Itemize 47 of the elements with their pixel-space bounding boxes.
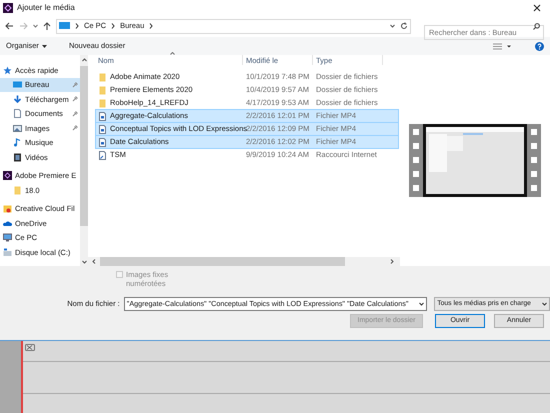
app-icon xyxy=(3,2,13,12)
folder-icon xyxy=(13,186,22,195)
scrollbar-thumb[interactable] xyxy=(80,66,88,226)
scrollbar[interactable] xyxy=(80,55,88,266)
chevron-down-icon[interactable] xyxy=(82,260,86,264)
chevron-down-icon xyxy=(542,302,547,306)
caret-icon xyxy=(42,44,47,48)
app-icon xyxy=(3,171,12,180)
refresh-icon[interactable] xyxy=(400,22,408,30)
image-icon xyxy=(13,124,22,133)
chevron-up-icon[interactable] xyxy=(82,58,86,62)
monitor-icon xyxy=(13,80,22,90)
computer-icon xyxy=(3,233,12,242)
back-icon[interactable] xyxy=(5,22,14,30)
pin-icon[interactable] xyxy=(72,82,78,88)
file-icon xyxy=(98,124,107,134)
track-header xyxy=(0,341,21,413)
close-icon[interactable] xyxy=(533,4,541,12)
music-note-icon xyxy=(13,138,22,148)
chevron-right-icon[interactable] xyxy=(75,23,79,29)
folder-icon xyxy=(3,204,12,214)
sort-caret-icon xyxy=(170,52,175,55)
chevron-left-icon[interactable] xyxy=(92,259,96,264)
view-options-icon[interactable] xyxy=(493,42,513,50)
shortcut-file-icon xyxy=(98,150,107,160)
file-icon xyxy=(98,112,107,120)
chevron-right-icon[interactable] xyxy=(111,23,116,29)
up-icon[interactable] xyxy=(43,22,51,30)
search-icon xyxy=(533,22,540,30)
download-arrow-icon xyxy=(13,94,22,104)
monitor-icon xyxy=(59,22,70,30)
cloud-icon xyxy=(3,218,12,228)
pin-icon[interactable] xyxy=(72,110,78,117)
scrollbar-thumb[interactable] xyxy=(100,257,345,266)
file-icon xyxy=(98,138,107,146)
chevron-down-icon[interactable] xyxy=(390,24,395,28)
film-icon xyxy=(13,152,22,162)
chevron-right-icon[interactable] xyxy=(149,23,154,29)
star-icon xyxy=(3,66,12,75)
drive-icon xyxy=(3,248,12,257)
chevron-right-icon[interactable] xyxy=(390,259,394,264)
help-icon[interactable] xyxy=(535,42,544,50)
window-title: Ajouter le média xyxy=(17,2,75,14)
document-icon xyxy=(13,109,22,118)
chevron-down-icon[interactable] xyxy=(419,302,424,306)
pin-icon[interactable] xyxy=(72,125,78,132)
pin-icon[interactable] xyxy=(72,96,78,102)
